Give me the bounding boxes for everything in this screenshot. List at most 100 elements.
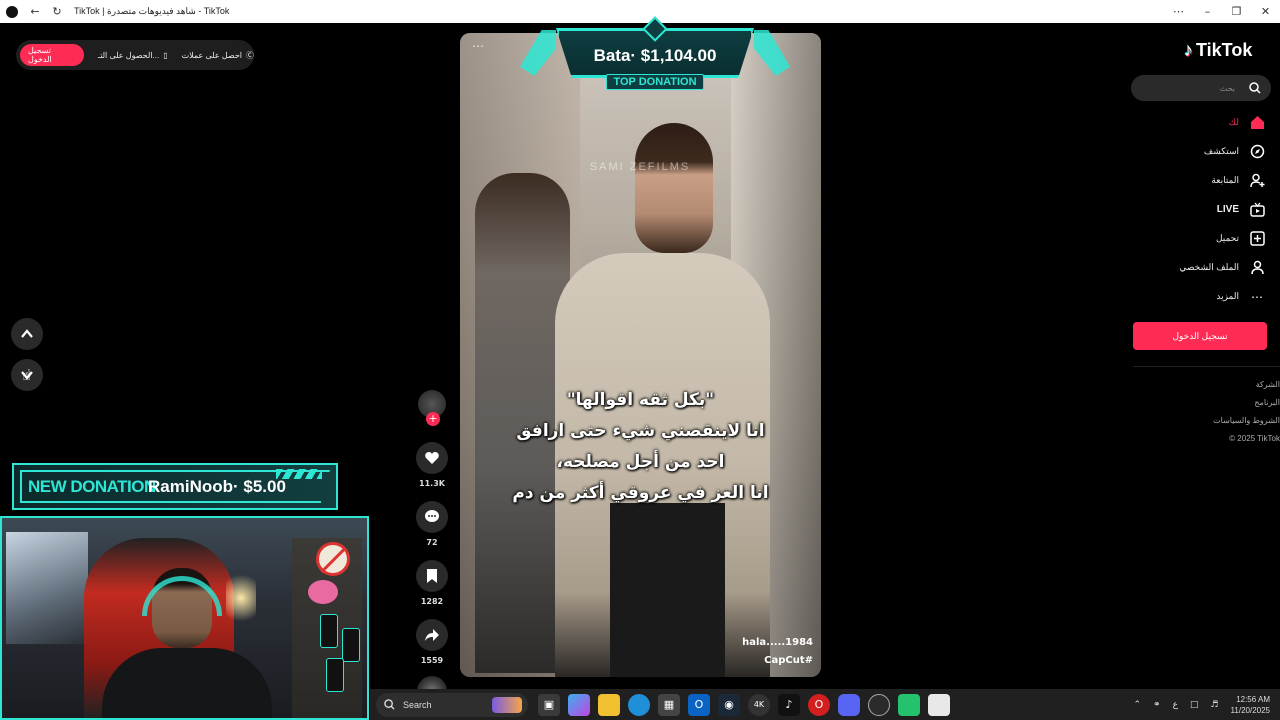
footer-link-terms[interactable]: الشروط والسياسات [1160,412,1280,430]
sidebar-item-explore[interactable]: استكشف [1131,137,1271,166]
store-icon[interactable]: ▦ [658,693,680,716]
taskbar-clock[interactable]: 12:56 AM 11/20/2025 [1231,694,1270,716]
sidebar-item-live[interactable]: LIVE [1131,195,1271,224]
footer-link-company[interactable]: الشركة [1160,376,1280,394]
close-button[interactable]: ✕ [1251,5,1280,18]
share-icon [425,629,439,641]
wall-poster [6,532,88,644]
sidebar-item-more[interactable]: المزيد ⋯ [1131,282,1271,311]
comment-button[interactable] [416,501,448,533]
opera-icon[interactable]: O [808,693,830,716]
taskbar-search-label: Search [403,699,432,710]
streamer-shirt [102,648,272,718]
back-icon[interactable]: ← [24,0,46,23]
top-donation-amount: Bata· $1,104.00 [593,46,717,65]
upload-icon [1249,231,1265,247]
sidebar-item-label: المتابعة [1211,175,1239,185]
app-icon[interactable] [928,693,950,716]
edge-icon[interactable] [628,693,650,716]
system-tray: ⌃ ⚭ ع □ ♬ 12:56 AM 11/20/2025 [1133,694,1280,716]
save-count: 1282 [420,597,444,606]
sidebar-item-for-you[interactable]: لك [1131,108,1271,137]
microphone-icon[interactable]: ⚭ [1153,700,1161,710]
obs-icon[interactable] [868,693,890,716]
video-author[interactable]: hala.....1984 [742,637,813,648]
language-indicator[interactable]: ع [1173,700,1178,710]
share-button[interactable] [416,619,448,651]
hand-cursor-icon: ☝ [22,366,32,384]
share-count: 1559 [420,656,444,665]
footer-copyright: © 2025 TikTok [1229,434,1280,443]
sidebar-item-label: تحميل [1215,233,1239,243]
discord-icon[interactable] [838,693,860,716]
home-icon [1249,115,1265,131]
copilot-icon[interactable] [568,693,590,716]
no-smoking-sign-icon [316,542,350,576]
follow-plus-icon[interactable]: + [426,412,440,426]
taskbar-search[interactable]: Search [376,692,528,717]
video-hashtag[interactable]: CapCut# [764,655,813,666]
search-icon [384,699,395,710]
chevron-up-icon [21,329,33,338]
outlook-icon[interactable]: O [688,693,710,716]
window-title: TikTok | شاهد فيديوهات متصدرة - TikTok [74,6,230,16]
sidebar-footer: الشركة البرنامج الشروط والسياسات © 2025 … [1160,376,1280,448]
tiktok-note-icon: ♪ [1184,40,1193,60]
login-button[interactable]: تسجيل الدخول [1133,322,1267,350]
video-figure-head [635,123,713,253]
subtitle-line: احد من أجل مصلحه، [556,452,725,472]
footer-link-program[interactable]: البرنامج [1160,394,1280,412]
streamlabs-icon[interactable] [898,693,920,716]
top-donation-banner: Bata· $1,104.00 TOP DONATION [520,16,790,90]
login-button-small[interactable]: تسجيل الدخول [20,44,84,66]
task-view-icon[interactable]: ▣ [538,693,560,716]
brand-name: TikTok [1196,40,1253,60]
sidebar-item-profile[interactable]: الملف الشخصي [1131,253,1271,282]
comment-icon [425,510,439,522]
minimize-button[interactable]: – [1193,5,1222,18]
heart-icon [425,452,439,464]
file-explorer-icon[interactable] [598,693,620,716]
creator-avatar[interactable]: + [418,390,446,426]
tiktok-logo[interactable]: ♪ TikTok [1184,40,1252,61]
volume-icon[interactable]: ♬ [1210,700,1218,710]
reload-icon[interactable]: ↻ [46,0,68,23]
banner-wing-left [520,30,556,76]
search-icon [1249,82,1261,94]
chevron-up-icon[interactable]: ⌃ [1133,700,1141,710]
network-icon[interactable]: □ [1190,700,1199,710]
webcam-overlay [0,516,369,720]
profile-icon [1249,260,1265,276]
sidebar-item-upload[interactable]: تحميل [1131,224,1271,253]
action-rail: + 11.3K 72 1282 1559 [416,390,448,706]
banner-wing-right [754,30,790,76]
sidebar-divider [1133,366,1280,367]
video-options-icon[interactable]: ⋯ [472,39,484,53]
steam-icon[interactable]: ◉ [718,693,740,716]
4k-video-icon[interactable]: 4K [748,693,770,716]
compass-icon [1249,144,1265,160]
comment-count: 72 [426,538,438,547]
more-options-icon[interactable]: ⋯ [1164,5,1193,18]
bookmark-icon [427,569,437,583]
more-icon: ⋯ [1251,289,1263,304]
sidebar-item-following[interactable]: المتابعة [1131,166,1271,195]
get-coins-link[interactable]: احصل على عملات Ⓒ [182,50,254,61]
phone-decoration [320,614,338,648]
following-icon [1249,173,1265,189]
tiktok-favicon-icon [6,5,18,18]
previous-video-button[interactable] [11,318,43,350]
like-button[interactable] [416,442,448,474]
save-button[interactable] [416,560,448,592]
phone-decoration [326,658,344,692]
video-player[interactable]: ⋯ SAMI ZEFILMS "بكل ثقه اقوالها" انا لاي… [460,33,821,677]
restore-button[interactable]: ❐ [1222,5,1251,18]
sidebar-item-label: المزيد [1216,291,1239,301]
search-input[interactable]: بحث [1131,75,1271,101]
top-donation-label: TOP DONATION [606,74,704,90]
flower-decoration [308,580,338,604]
get-app-link[interactable]: الحصول على التـ... ▯ [98,51,168,60]
live-icon [1249,202,1265,218]
new-donation-label: NEW DONATION [28,477,156,496]
tiktok-app-icon[interactable]: ♪ [778,693,800,716]
